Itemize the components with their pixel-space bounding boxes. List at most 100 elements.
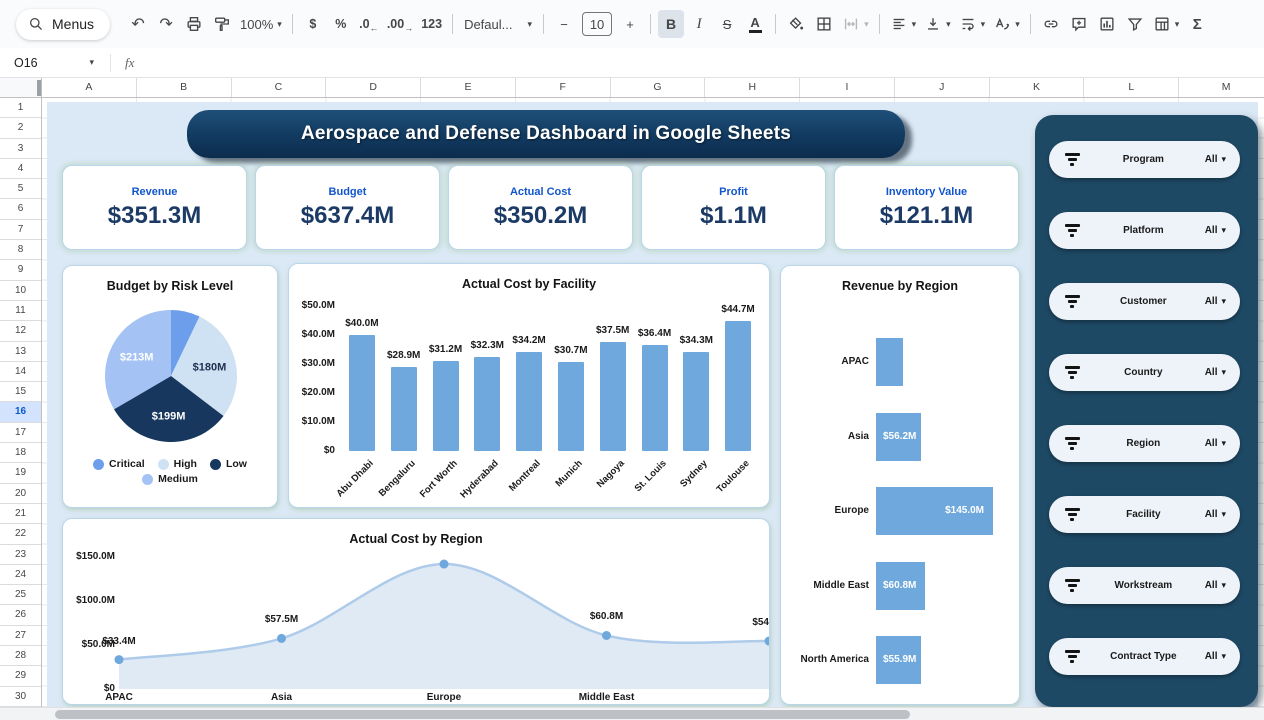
row-header-3[interactable]: 3 xyxy=(0,139,41,159)
revenue-region-chart-panel[interactable]: Revenue by Region APACAsia$56.2MEurope$1… xyxy=(780,265,1020,705)
filter-pill-workstream[interactable]: WorkstreamAll▾ xyxy=(1049,567,1240,604)
row-header-23[interactable]: 23 xyxy=(0,545,41,565)
dashboard-title-banner[interactable]: Aerospace and Defense Dashboard in Googl… xyxy=(187,110,905,158)
menus-search[interactable]: Menus xyxy=(16,9,110,40)
column-header-E[interactable]: E xyxy=(421,78,516,97)
name-box[interactable]: O16 ▾ xyxy=(0,56,104,70)
row-header-4[interactable]: 4 xyxy=(0,159,41,179)
column-header-F[interactable]: F xyxy=(516,78,611,97)
table-tools-button[interactable]: ▾ xyxy=(1150,10,1183,38)
row-header-2[interactable]: 2 xyxy=(0,118,41,138)
print-button[interactable] xyxy=(181,10,207,38)
zoom-control[interactable]: 100% ▾ xyxy=(237,10,285,38)
fill-color-button[interactable] xyxy=(783,10,809,38)
filter-pill-program[interactable]: ProgramAll▾ xyxy=(1049,141,1240,178)
column-header-I[interactable]: I xyxy=(800,78,895,97)
font-family-select[interactable]: Defaul... ▾ xyxy=(460,10,536,38)
row-header-19[interactable]: 19 xyxy=(0,463,41,483)
facility-bar-chart-panel[interactable]: Actual Cost by Facility $0$10.0M$20.0M$3… xyxy=(288,263,770,508)
horizontal-align-button[interactable]: ▾ xyxy=(887,10,920,38)
row-header-12[interactable]: 12 xyxy=(0,321,41,341)
create-filter-button[interactable] xyxy=(1122,10,1148,38)
row-header-20[interactable]: 20 xyxy=(0,484,41,504)
column-header-D[interactable]: D xyxy=(326,78,421,97)
text-color-button[interactable]: A xyxy=(742,10,768,38)
column-header-M[interactable]: M xyxy=(1179,78,1264,97)
row-header-18[interactable]: 18 xyxy=(0,443,41,463)
column-header-C[interactable]: C xyxy=(232,78,327,97)
row-header-7[interactable]: 7 xyxy=(0,220,41,240)
column-header-L[interactable]: L xyxy=(1084,78,1179,97)
column-header-B[interactable]: B xyxy=(137,78,232,97)
kpi-card-revenue[interactable]: Revenue$351.3M xyxy=(62,165,247,250)
italic-button[interactable]: I xyxy=(686,10,712,38)
row-header-24[interactable]: 24 xyxy=(0,565,41,585)
row-header-8[interactable]: 8 xyxy=(0,240,41,260)
format-percent-button[interactable]: % xyxy=(328,10,354,38)
text-rotation-button[interactable]: ▾ xyxy=(990,10,1023,38)
column-header-K[interactable]: K xyxy=(990,78,1085,97)
row-header-10[interactable]: 10 xyxy=(0,281,41,301)
filter-pill-customer[interactable]: CustomerAll▾ xyxy=(1049,283,1240,320)
font-size-input[interactable]: 10 xyxy=(582,12,612,36)
row-header-30[interactable]: 30 xyxy=(0,687,41,707)
filter-pill-facility[interactable]: FacilityAll▾ xyxy=(1049,496,1240,533)
functions-button[interactable]: Σ xyxy=(1184,10,1210,38)
row-header-9[interactable]: 9 xyxy=(0,260,41,280)
kpi-card-profit[interactable]: Profit$1.1M xyxy=(641,165,826,250)
insert-comment-button[interactable] xyxy=(1066,10,1092,38)
kpi-card-actual-cost[interactable]: Actual Cost$350.2M xyxy=(448,165,633,250)
row-header-21[interactable]: 21 xyxy=(0,504,41,524)
grid-cells-area[interactable]: Aerospace and Defense Dashboard in Googl… xyxy=(42,98,1264,707)
row-header-16[interactable]: 16 xyxy=(0,402,41,422)
row-header-28[interactable]: 28 xyxy=(0,646,41,666)
redo-button[interactable]: ↷ xyxy=(153,10,179,38)
insert-chart-button[interactable] xyxy=(1094,10,1120,38)
row-header-15[interactable]: 15 xyxy=(0,382,41,402)
decrease-font-size-button[interactable]: − xyxy=(551,10,577,38)
increase-decimal-button[interactable]: .00→ xyxy=(384,10,416,38)
row-header-11[interactable]: 11 xyxy=(0,301,41,321)
filter-pill-country[interactable]: CountryAll▾ xyxy=(1049,354,1240,391)
kpi-card-inventory-value[interactable]: Inventory Value$121.1M xyxy=(834,165,1019,250)
row-header-1[interactable]: 1 xyxy=(0,98,41,118)
row-header-5[interactable]: 5 xyxy=(0,179,41,199)
bold-button[interactable]: B xyxy=(658,10,684,38)
select-all-corner[interactable] xyxy=(0,78,42,98)
strikethrough-button[interactable]: S xyxy=(714,10,740,38)
row-header-13[interactable]: 13 xyxy=(0,342,41,362)
vertical-align-button[interactable]: ▾ xyxy=(921,10,954,38)
horizontal-scrollbar[interactable] xyxy=(0,707,1264,720)
column-header-A[interactable]: A xyxy=(42,78,137,97)
text-wrap-button[interactable]: ▾ xyxy=(956,10,989,38)
column-header-H[interactable]: H xyxy=(705,78,800,97)
filter-pill-region[interactable]: RegionAll▾ xyxy=(1049,425,1240,462)
row-header-22[interactable]: 22 xyxy=(0,524,41,544)
row-header-29[interactable]: 29 xyxy=(0,666,41,686)
row-header-6[interactable]: 6 xyxy=(0,199,41,219)
increase-font-size-button[interactable]: + xyxy=(617,10,643,38)
horizontal-scrollbar-thumb[interactable] xyxy=(55,710,910,719)
borders-button[interactable] xyxy=(811,10,837,38)
column-header-J[interactable]: J xyxy=(895,78,990,97)
filter-pill-platform[interactable]: PlatformAll▾ xyxy=(1049,212,1240,249)
merge-cells-button[interactable]: ▾ xyxy=(839,10,872,38)
pie-chart-panel[interactable]: Budget by Risk Level $180M$199M$213M Cri… xyxy=(62,265,278,508)
more-formats-button[interactable]: 123 xyxy=(418,10,445,38)
decrease-decimal-label: .0 xyxy=(359,17,369,31)
row-header-25[interactable]: 25 xyxy=(0,585,41,605)
row-header-27[interactable]: 27 xyxy=(0,626,41,646)
kpi-card-budget[interactable]: Budget$637.4M xyxy=(255,165,440,250)
row-header-17[interactable]: 17 xyxy=(0,423,41,443)
filter-value-group: All▾ xyxy=(1205,580,1226,591)
filter-pill-contract-type[interactable]: Contract TypeAll▾ xyxy=(1049,638,1240,675)
insert-link-button[interactable] xyxy=(1038,10,1064,38)
row-header-26[interactable]: 26 xyxy=(0,605,41,625)
decrease-decimal-button[interactable]: .0← xyxy=(356,10,382,38)
undo-button[interactable]: ↶ xyxy=(125,10,151,38)
format-currency-button[interactable]: $ xyxy=(300,10,326,38)
cost-region-area-chart-panel[interactable]: Actual Cost by Region $0$50.0M$100.0M$15… xyxy=(62,518,770,705)
column-header-G[interactable]: G xyxy=(611,78,706,97)
paint-format-button[interactable] xyxy=(209,10,235,38)
row-header-14[interactable]: 14 xyxy=(0,362,41,382)
